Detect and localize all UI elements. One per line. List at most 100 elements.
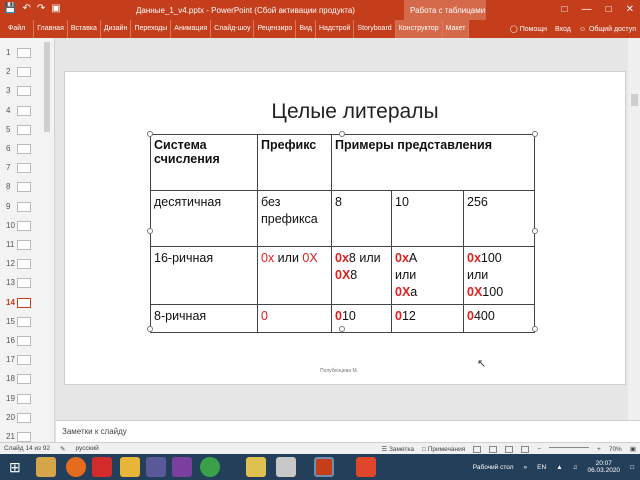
cell-prefix[interactable]: 0x или 0X — [257, 246, 332, 305]
reading-view-icon[interactable] — [505, 445, 514, 453]
network-icon[interactable]: ▲ — [556, 464, 562, 471]
spellcheck-icon[interactable]: ✎ — [60, 445, 65, 453]
tab-storyboard[interactable]: Storyboard — [354, 20, 396, 38]
signin-link[interactable]: Вход — [555, 26, 571, 33]
resize-handle[interactable] — [339, 131, 345, 137]
header-prefix[interactable]: Префикс — [257, 134, 332, 191]
slide-thumbnail[interactable]: 20 — [0, 409, 45, 428]
zoom-in-icon[interactable]: + — [597, 446, 601, 453]
cell-prefix[interactable]: без префикса — [257, 190, 332, 247]
zoom-slider[interactable] — [549, 446, 590, 448]
fit-slide-icon[interactable]: ▣ — [630, 445, 636, 453]
tab-review[interactable]: Рецензиро — [254, 20, 297, 38]
tab-insert[interactable]: Вставка — [68, 20, 101, 38]
folder-icon[interactable] — [276, 457, 296, 477]
keyboard-lang[interactable]: EN — [537, 464, 546, 471]
resize-handle[interactable] — [339, 326, 345, 332]
editor-vertical-scrollbar[interactable] — [628, 38, 640, 420]
minimize-icon[interactable]: — — [582, 4, 592, 15]
slide-thumbnail[interactable]: 18 — [0, 370, 45, 389]
tab-file[interactable]: Файл — [0, 20, 35, 38]
notes-pane[interactable]: Заметки к слайду — [56, 420, 640, 442]
slide-thumbnail[interactable]: 12 — [0, 255, 45, 274]
tab-table-design[interactable]: Конструктор — [395, 20, 443, 38]
visual-studio-icon[interactable] — [172, 457, 192, 477]
resize-handle[interactable] — [532, 228, 538, 234]
app-icon[interactable] — [146, 457, 166, 477]
file-manager-icon[interactable] — [246, 457, 266, 477]
notes-toggle[interactable]: ☰ Заметка — [381, 445, 414, 453]
slide-thumbnail[interactable]: 3 — [0, 82, 45, 101]
save-icon[interactable]: 💾 — [4, 3, 16, 14]
screencast-icon[interactable] — [356, 457, 376, 477]
file-explorer-icon[interactable] — [36, 457, 56, 477]
slide-thumbnail[interactable]: 13 — [0, 274, 45, 293]
tab-design[interactable]: Дизайн — [101, 20, 132, 38]
literals-table[interactable]: Система счисления Префикс Примеры предст… — [150, 134, 535, 333]
header-system[interactable]: Система счисления — [150, 134, 258, 191]
slide-thumbnail[interactable]: 7 — [0, 159, 45, 178]
slide-thumbnail[interactable]: 4 — [0, 102, 45, 121]
slide-thumbnail[interactable]: 2 — [0, 63, 45, 82]
tab-addins[interactable]: Надстрой — [316, 20, 355, 38]
slide-thumbnail[interactable]: 10 — [0, 217, 45, 236]
ribbon-options-icon[interactable]: □ — [562, 4, 568, 15]
slide-title[interactable]: Целые литералы — [65, 100, 625, 124]
cell-prefix[interactable]: 0 — [257, 304, 332, 333]
cell-example-2[interactable]: 0xAили 0Xa — [391, 246, 464, 305]
scroll-thumb[interactable] — [631, 94, 638, 106]
cell-example-2[interactable]: 10 — [391, 190, 464, 247]
clock[interactable]: 20:07 06.03.2020 — [588, 460, 621, 474]
start-icon[interactable]: ⊞ — [6, 457, 26, 477]
cell-example-1[interactable]: 8 — [331, 190, 392, 247]
tab-transitions[interactable]: Переходы — [131, 20, 172, 38]
cell-example-3[interactable]: 0400 — [463, 304, 535, 333]
header-examples[interactable]: Примеры представления — [331, 134, 535, 191]
slide-thumbnail[interactable]: 14 — [0, 294, 45, 313]
cell-example-2[interactable]: 012 — [391, 304, 464, 333]
powerpoint-icon[interactable] — [314, 457, 334, 477]
slide-thumbnail[interactable]: 16 — [0, 332, 45, 351]
slide-thumbnail[interactable]: 9 — [0, 198, 45, 217]
firefox-icon[interactable] — [66, 457, 86, 477]
desktop-label[interactable]: Рабочий стол — [473, 464, 514, 471]
tray-arrow-icon[interactable]: » — [524, 464, 528, 471]
normal-view-icon[interactable] — [473, 445, 482, 453]
cell-example-3[interactable]: 256 — [463, 190, 535, 247]
slide-thumbnail[interactable]: 17 — [0, 351, 45, 370]
zoom-out-icon[interactable]: − — [537, 446, 541, 453]
help-search[interactable]: ◯ Помощн — [510, 25, 547, 33]
pdf-reader-icon[interactable] — [92, 457, 112, 477]
cell-example-3[interactable]: 0x100 или 0X100 — [463, 246, 535, 305]
slide-thumbnail[interactable]: 6 — [0, 140, 45, 159]
slideshow-icon[interactable]: ▣ — [51, 3, 60, 14]
sorter-view-icon[interactable] — [489, 445, 498, 453]
maximize-icon[interactable]: □ — [606, 4, 612, 15]
slide-thumbnail[interactable]: 11 — [0, 236, 45, 255]
language-indicator[interactable]: русский — [75, 445, 98, 453]
notifications-icon[interactable]: □ — [630, 464, 634, 471]
undo-icon[interactable]: ↶ — [22, 3, 30, 14]
tab-view[interactable]: Вид — [296, 20, 316, 38]
share-button[interactable]: ☺ Общий доступ — [579, 26, 636, 33]
slide-thumbnail[interactable]: 1 — [0, 44, 45, 63]
comments-toggle[interactable]: □ Примечания — [422, 446, 465, 453]
close-icon[interactable]: ✕ — [626, 4, 634, 15]
tab-animations[interactable]: Анимация — [171, 20, 212, 38]
slide-thumbnail[interactable]: 19 — [0, 390, 45, 409]
slide-thumbnail[interactable]: 8 — [0, 178, 45, 197]
volume-icon[interactable]: ♫ — [573, 464, 578, 471]
slideshow-view-icon[interactable] — [521, 445, 530, 453]
resize-handle[interactable] — [147, 326, 153, 332]
zoom-level[interactable]: 70% — [609, 446, 622, 453]
cell-system[interactable]: десятичная — [150, 190, 258, 247]
cell-example-1[interactable]: 0x8 или 0X8 — [331, 246, 392, 305]
tab-slideshow[interactable]: Слайд-шоу — [211, 20, 255, 38]
slide-canvas[interactable]: Целые литералы Система счисления Префикс… — [64, 71, 626, 385]
tab-table-layout[interactable]: Макет — [442, 20, 470, 38]
redo-icon[interactable]: ↷ — [37, 3, 45, 14]
resize-handle[interactable] — [532, 326, 538, 332]
cell-system[interactable]: 8-ричная — [150, 304, 258, 333]
chrome-icon[interactable] — [200, 457, 220, 477]
slide-thumbnail[interactable]: 15 — [0, 313, 45, 332]
